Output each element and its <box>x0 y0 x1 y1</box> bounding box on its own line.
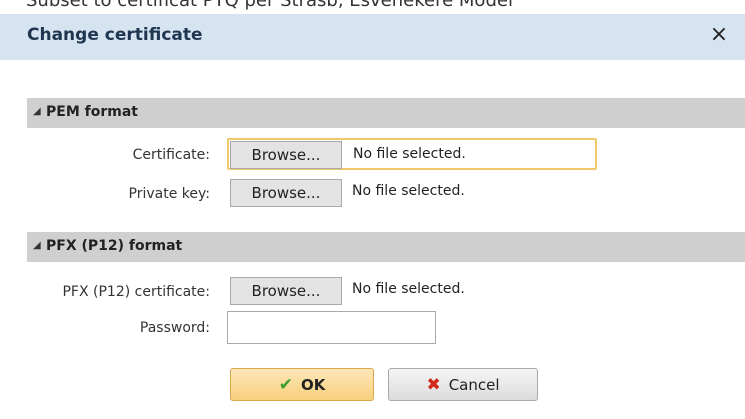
dialog-titlebar: Change certificate × <box>0 14 745 60</box>
private-key-file-status: No file selected. <box>352 183 465 199</box>
change-certificate-dialog: Change certificate × ◢ PEM format Certif… <box>0 0 745 419</box>
dialog-title: Change certificate <box>27 25 203 45</box>
x-icon: ✖ <box>426 375 441 395</box>
certificate-file-input[interactable]: Browse... No file selected. <box>227 138 597 170</box>
password-field[interactable] <box>227 311 436 344</box>
cancel-label: Cancel <box>448 376 500 394</box>
check-icon: ✔ <box>278 375 293 395</box>
cancel-button[interactable]: ✖ Cancel <box>388 368 538 401</box>
section-title: PFX (P12) format <box>46 238 183 254</box>
pfx-file-status: No file selected. <box>352 281 465 297</box>
collapse-triangle-icon[interactable]: ◢ <box>33 106 41 117</box>
certificate-browse-button[interactable]: Browse... <box>230 141 342 169</box>
collapse-triangle-icon[interactable]: ◢ <box>33 240 41 251</box>
pfx-browse-button[interactable]: Browse... <box>230 277 342 305</box>
password-label: Password: <box>139 320 210 336</box>
ok-button[interactable]: ✔ OK <box>230 368 374 401</box>
pfx-format-section-header[interactable]: ◢ PFX (P12) format <box>27 232 745 262</box>
pfx-certificate-file-input[interactable]: Browse... No file selected. <box>227 274 597 306</box>
certificate-label: Certificate: <box>132 147 210 163</box>
pem-format-section-header[interactable]: ◢ PEM format <box>27 98 745 128</box>
section-title: PEM format <box>46 104 138 120</box>
certificate-file-status: No file selected. <box>353 146 466 162</box>
private-key-browse-button[interactable]: Browse... <box>230 179 342 207</box>
private-key-label: Private key: <box>128 186 210 202</box>
close-icon[interactable]: × <box>706 22 732 48</box>
ok-label: OK <box>300 376 326 394</box>
private-key-file-input[interactable]: Browse... No file selected. <box>227 176 597 208</box>
pfx-certificate-label: PFX (P12) certificate: <box>62 284 210 300</box>
